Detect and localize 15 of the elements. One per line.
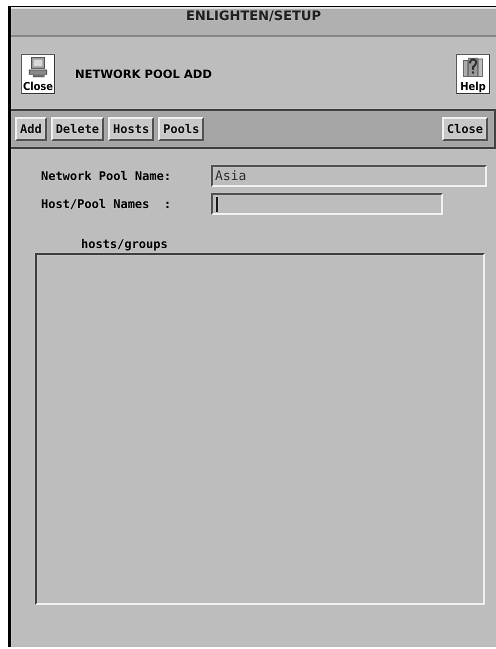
books-question-icon — [460, 56, 486, 78]
input-field[interactable]: Asia — [211, 165, 487, 187]
toolbar-button[interactable]: Delete — [50, 117, 104, 141]
field-label: Host/Pool Names : — [41, 197, 172, 211]
toolbar-button[interactable]: Pools — [158, 117, 204, 141]
list-label: hosts/groups — [80, 236, 169, 253]
close-button[interactable]: Close — [21, 54, 55, 94]
input-field[interactable] — [211, 193, 443, 215]
dialog-title: NETWORK POOL ADD — [74, 67, 213, 81]
field-label: Network Pool Name: — [41, 169, 172, 183]
toolbar-button[interactable]: Add — [15, 117, 47, 141]
help-button[interactable]: Help — [456, 54, 490, 94]
toolbar-button[interactable]: Close — [442, 117, 488, 141]
toolbar-button[interactable]: Hosts — [108, 117, 154, 141]
window-title: ENLIGHTEN/SETUP — [11, 7, 496, 37]
